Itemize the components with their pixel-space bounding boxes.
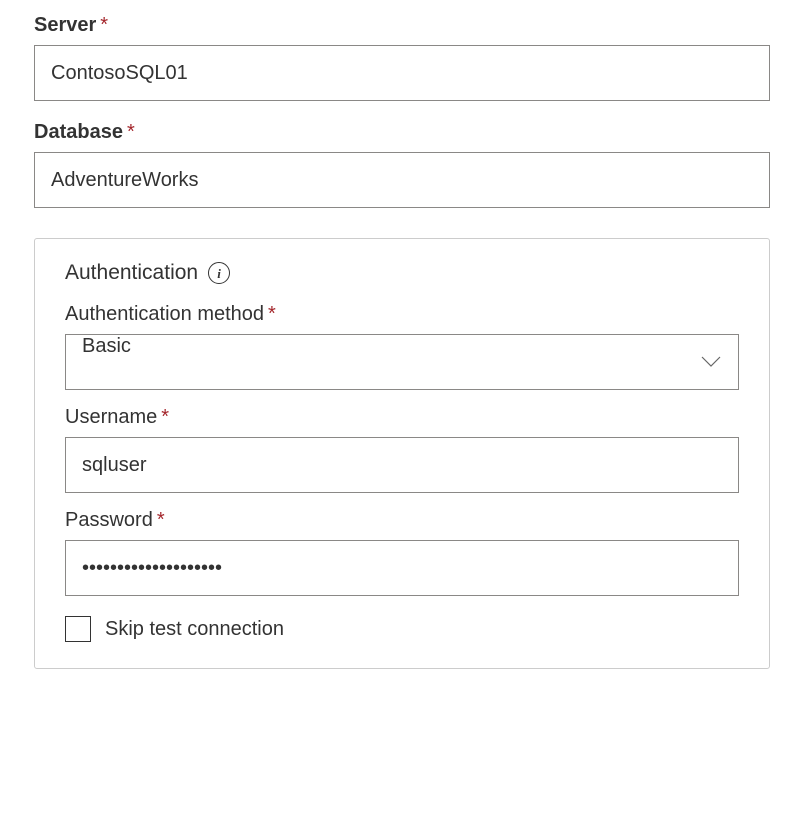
username-label-text: Username	[65, 406, 157, 428]
database-label-text: Database	[34, 121, 123, 143]
info-icon[interactable]: i	[208, 262, 230, 284]
database-input[interactable]	[34, 152, 770, 208]
authentication-panel: Authentication i Authentication method* …	[34, 238, 770, 669]
authentication-title: Authentication	[65, 261, 198, 285]
username-label: Username*	[65, 406, 739, 429]
required-star: *	[157, 509, 165, 531]
required-star: *	[100, 14, 108, 36]
skip-test-label[interactable]: Skip test connection	[105, 618, 284, 641]
required-star: *	[268, 303, 276, 325]
username-input[interactable]	[65, 437, 739, 493]
password-label: Password*	[65, 509, 739, 532]
auth-method-select[interactable]: Basic	[65, 334, 739, 390]
auth-method-label-text: Authentication method	[65, 303, 264, 325]
password-label-text: Password	[65, 509, 153, 531]
server-label: Server*	[34, 14, 770, 37]
database-label: Database*	[34, 121, 770, 144]
skip-test-checkbox[interactable]	[65, 616, 91, 642]
password-input[interactable]	[65, 540, 739, 596]
server-label-text: Server	[34, 14, 96, 36]
server-input[interactable]	[34, 45, 770, 101]
required-star: *	[161, 406, 169, 428]
required-star: *	[127, 121, 135, 143]
auth-method-label: Authentication method*	[65, 303, 739, 326]
